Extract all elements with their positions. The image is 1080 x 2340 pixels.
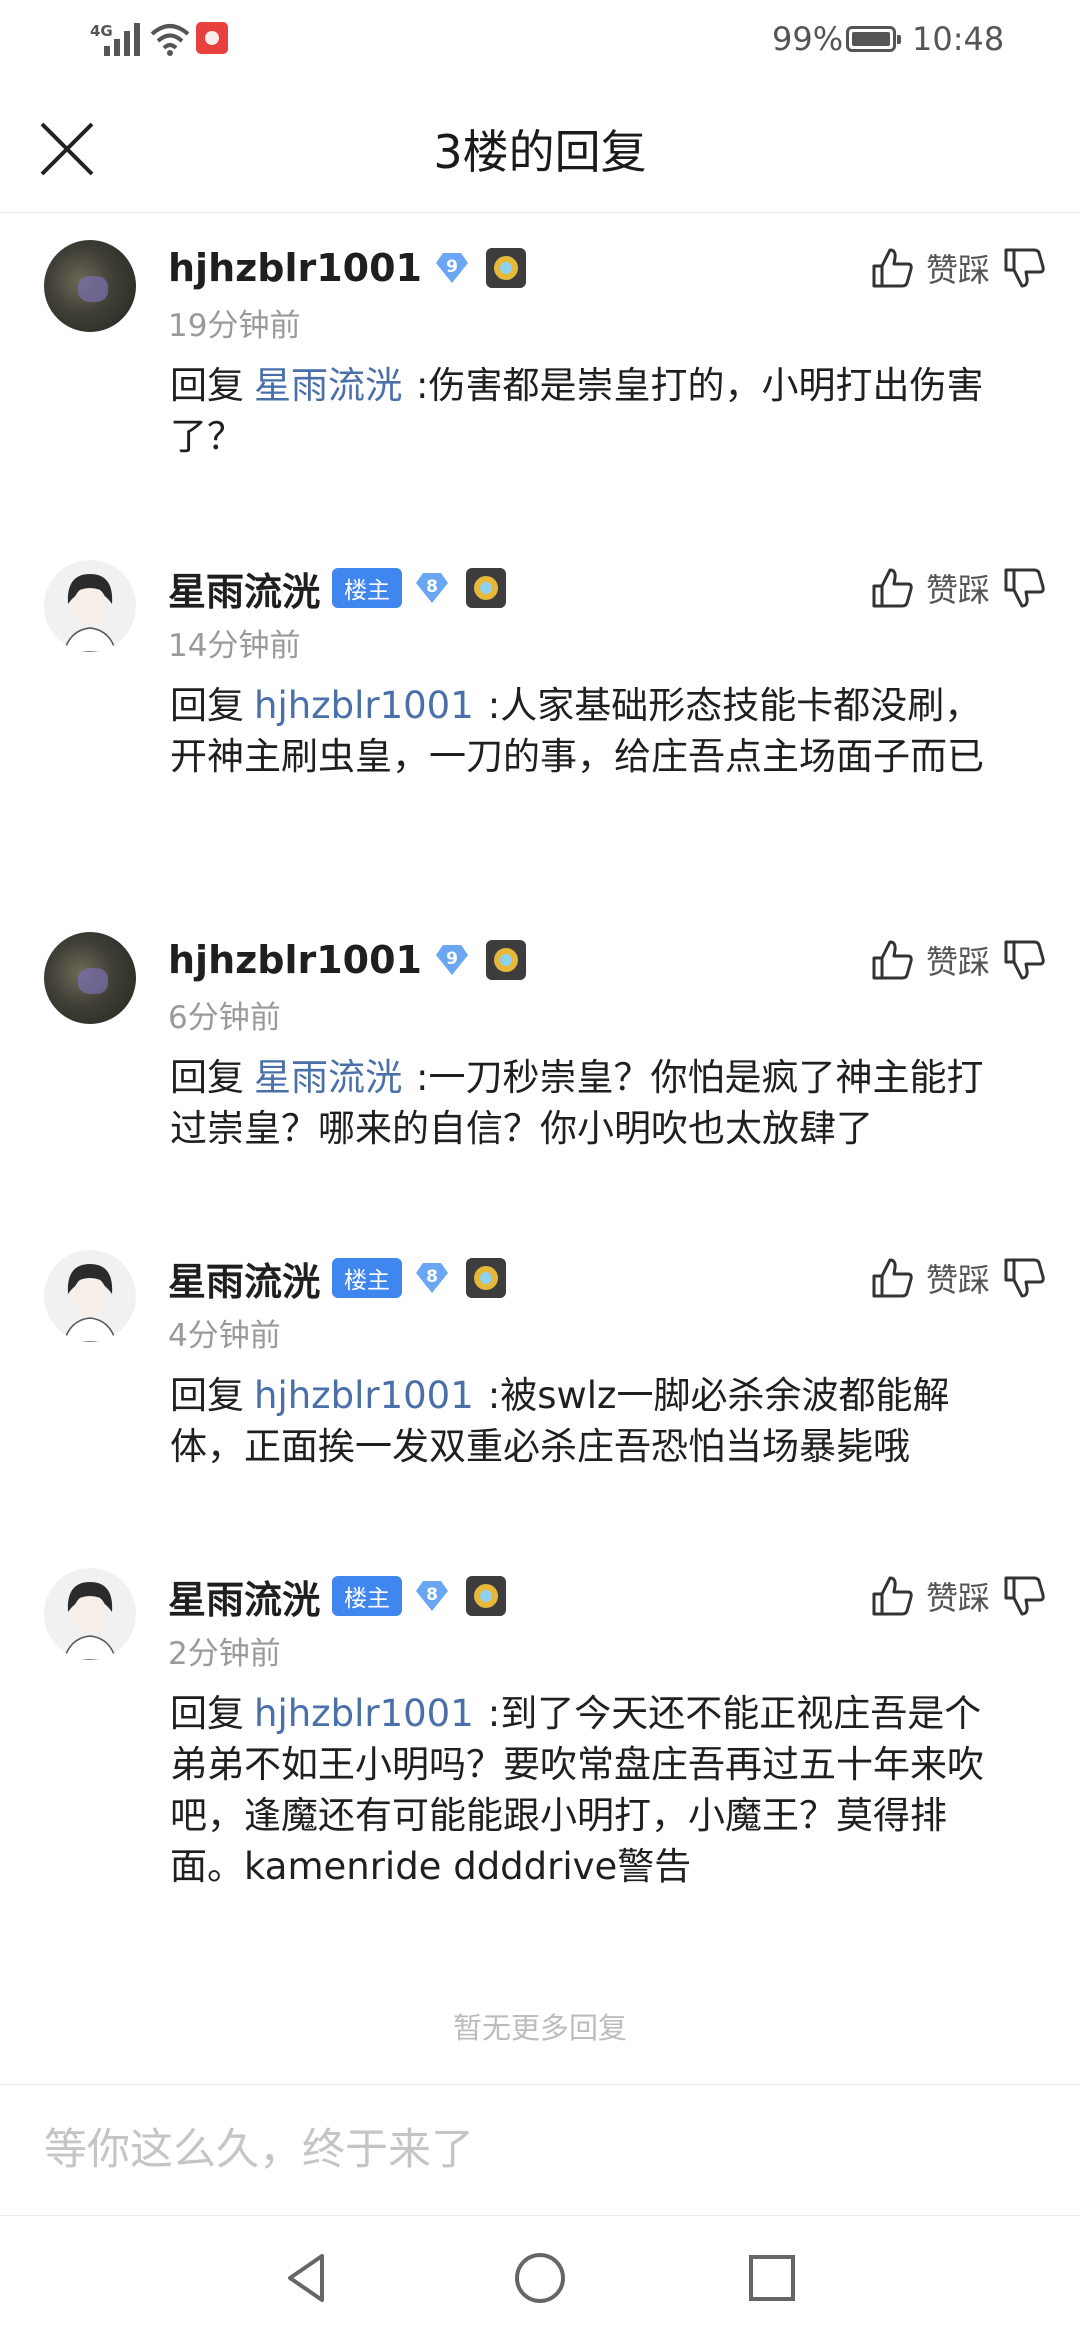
vote-actions: 赞踩 <box>870 240 1046 296</box>
back-triangle-icon <box>288 2254 324 2302</box>
avatar[interactable] <box>44 932 136 1024</box>
user-line: hjhzblr1001 9 <box>168 240 526 296</box>
battery-fill <box>852 32 890 46</box>
thumbs-up-icon[interactable] <box>870 938 914 982</box>
thumbs-down-icon[interactable] <box>1002 1256 1046 1300</box>
battery-percent: 99% <box>772 20 844 58</box>
thumbs-up-icon[interactable] <box>870 1574 914 1618</box>
username[interactable]: hjhzblr1001 <box>168 938 422 982</box>
thumbs-down-icon[interactable] <box>1002 566 1046 610</box>
owner-tag: 楼主 <box>332 1576 403 1616</box>
timestamp: 6分钟前 <box>168 1000 281 1036</box>
thumbs-up-icon[interactable] <box>870 246 914 290</box>
system-nav-bar <box>0 2214 1080 2340</box>
avatar[interactable] <box>44 1568 136 1660</box>
page-title: 3楼的回复 <box>433 125 647 179</box>
thumbs-down-icon[interactable] <box>1002 246 1046 290</box>
thumbs-up-icon[interactable] <box>870 1256 914 1300</box>
username[interactable]: 星雨流洸 <box>168 561 320 616</box>
avatar[interactable] <box>44 240 136 332</box>
thumbs-up-icon[interactable] <box>870 566 914 610</box>
mention-link[interactable]: 星雨流洸 <box>254 364 402 407</box>
level-badge: 8 <box>414 570 450 606</box>
clock: 10:48 <box>912 20 1005 58</box>
medal-icon <box>466 568 507 608</box>
mention-link[interactable]: hjhzblr1001 <box>254 1692 474 1735</box>
vote-label: 赞踩 <box>925 571 990 609</box>
back-button[interactable] <box>278 2248 338 2308</box>
reply-input[interactable] <box>44 2115 1024 2185</box>
reply-prefix: 回复 <box>170 684 244 727</box>
vote-actions: 赞踩 <box>870 932 1046 988</box>
timestamp: 4分钟前 <box>168 1318 281 1354</box>
username[interactable]: hjhzblr1001 <box>168 246 422 290</box>
level-badge: 9 <box>434 942 470 978</box>
owner-tag: 楼主 <box>332 568 403 608</box>
reply-prefix: 回复 <box>170 1374 244 1417</box>
reply-prefix: 回复 <box>170 364 244 407</box>
home-button[interactable] <box>510 2248 570 2308</box>
owner-tag: 楼主 <box>332 1258 403 1298</box>
battery-icon <box>846 26 901 52</box>
avatar[interactable] <box>44 560 136 652</box>
reply-input-bar <box>0 2084 1080 2216</box>
user-line: 星雨流洸 楼主 8 <box>168 1568 507 1624</box>
mention-link[interactable]: 星雨流洸 <box>254 1056 402 1099</box>
username[interactable]: 星雨流洸 <box>168 1569 320 1624</box>
mention-link[interactable]: hjhzblr1001 <box>254 1374 474 1417</box>
no-more-replies: 暂无更多回复 <box>452 2011 627 2045</box>
signal-icon <box>104 23 140 56</box>
vote-label: 赞踩 <box>925 251 990 289</box>
reply-prefix: 回复 <box>170 1692 244 1735</box>
timestamp: 19分钟前 <box>168 308 301 344</box>
username[interactable]: 星雨流洸 <box>168 1251 320 1306</box>
user-line: hjhzblr1001 9 <box>168 932 526 988</box>
vote-actions: 赞踩 <box>870 1568 1046 1624</box>
timestamp: 2分钟前 <box>168 1636 281 1672</box>
mention-link[interactable]: hjhzblr1001 <box>254 684 474 727</box>
reply-content: 回复 hjhzblr1001:被swlz一脚必杀余波都能解体，正面挨一发双重必杀庄… <box>170 1370 1015 1472</box>
vote-label: 赞踩 <box>925 1261 990 1299</box>
recents-square-icon <box>749 2255 795 2301</box>
avatar-illustration <box>63 574 117 652</box>
reply-content: 回复 星雨流洸:伤害都是崇皇打的，小明打出伤害了？ <box>170 360 1015 462</box>
avatar-illustration <box>63 1582 117 1660</box>
avatar[interactable] <box>44 1250 136 1342</box>
reply-content: 回复 星雨流洸:一刀秒崇皇？你怕是疯了神主能打过崇皇？哪来的自信？你小明吹也太放肆… <box>170 1052 1015 1154</box>
thumbs-down-icon[interactable] <box>1002 1574 1046 1618</box>
status-bar: 4G 99% 10:48 <box>0 0 1080 82</box>
vote-actions: 赞踩 <box>870 560 1046 616</box>
reply-thread-page: 4G 99% 10:48 3楼的回复 hjhzblr1001 9 19分钟前 赞… <box>0 0 1080 2340</box>
medal-icon <box>466 1576 507 1616</box>
reply-prefix: 回复 <box>170 1056 244 1099</box>
timestamp: 14分钟前 <box>168 628 301 664</box>
thumbs-down-icon[interactable] <box>1002 938 1046 982</box>
app-notification-icon <box>196 22 228 54</box>
user-line: 星雨流洸 楼主 8 <box>168 560 507 616</box>
medal-icon <box>485 940 526 980</box>
wifi-icon <box>150 24 190 56</box>
medal-icon <box>485 248 526 288</box>
recents-button[interactable] <box>742 2248 802 2308</box>
vote-actions: 赞踩 <box>870 1250 1046 1306</box>
level-badge: 8 <box>414 1578 450 1614</box>
reply-content: 回复 hjhzblr1001:人家基础形态技能卡都没刷，开神主刷虫皇，一刀的事，给… <box>170 680 1015 782</box>
level-badge: 8 <box>414 1260 450 1296</box>
reply-content: 回复 hjhzblr1001:到了今天还不能正视庄吾是个弟弟不如王小明吗？要吹常盘… <box>170 1688 1015 1892</box>
level-badge: 9 <box>434 250 470 286</box>
medal-icon <box>466 1258 507 1298</box>
vote-label: 赞踩 <box>925 1579 990 1617</box>
vote-label: 赞踩 <box>925 943 990 981</box>
header: 3楼的回复 <box>0 82 1080 213</box>
avatar-illustration <box>63 1264 117 1342</box>
home-circle-icon <box>515 2253 565 2303</box>
user-line: 星雨流洸 楼主 8 <box>168 1250 507 1306</box>
